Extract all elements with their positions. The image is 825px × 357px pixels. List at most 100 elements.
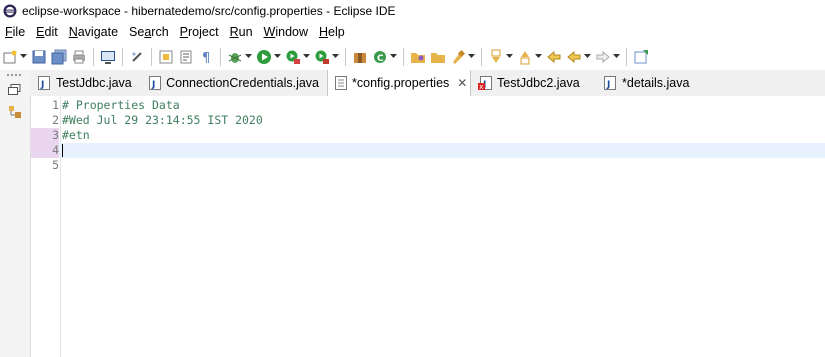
next-annotation-dropdown[interactable] — [506, 48, 513, 66]
back-dropdown[interactable] — [584, 48, 591, 66]
menu-label: Se — [129, 25, 145, 39]
show-whitespace-button[interactable]: ¶ — [197, 48, 215, 66]
new-icon — [3, 50, 17, 63]
coverage-button[interactable] — [284, 48, 302, 66]
tab-label: *details.java — [622, 76, 690, 90]
open-type-button[interactable] — [409, 48, 427, 66]
open-terminal-button[interactable] — [99, 48, 117, 66]
toolbar-separator — [220, 47, 221, 66]
tab-config-properties[interactable]: *config.properties ✕ — [327, 70, 471, 96]
properties-file-icon — [335, 76, 347, 90]
debug-dropdown[interactable] — [245, 48, 252, 66]
menu-label: roject — [188, 25, 219, 39]
menu-help[interactable]: Help — [314, 25, 351, 39]
run-button[interactable] — [255, 48, 273, 66]
debug-button[interactable] — [226, 48, 244, 66]
svg-text:C: C — [377, 54, 384, 64]
menu-window[interactable]: Window — [259, 25, 314, 39]
line-number: 1 — [52, 98, 59, 112]
menu-edit[interactable]: Edit — [31, 25, 64, 39]
dropdown-arrow-icon — [303, 54, 310, 58]
svg-text:J: J — [151, 80, 155, 90]
flashlight-icon — [453, 49, 466, 64]
close-icon[interactable]: ✕ — [457, 76, 467, 90]
search-dropdown[interactable] — [468, 48, 475, 66]
comment-text: # Properties Data — [62, 98, 180, 112]
back-button[interactable] — [565, 48, 583, 66]
word-wrap-button[interactable] — [177, 48, 195, 66]
menu-label: indow — [275, 25, 309, 39]
line-number: 2 — [52, 113, 59, 127]
tab-label: *config.properties — [352, 76, 450, 90]
dropdown-arrow-icon — [274, 54, 281, 58]
tab-connectioncredentials-java[interactable]: J ConnectionCredentials.java — [141, 70, 327, 96]
svg-text:J: J — [40, 80, 44, 90]
drag-handle[interactable] — [7, 74, 21, 79]
editor-line: 3 #etn — [31, 128, 825, 143]
block-selection-button[interactable] — [157, 48, 175, 66]
forward-button[interactable] — [594, 48, 612, 66]
properties-editor[interactable]: 1 # Properties Data 2 #Wed Jul 29 23:14:… — [31, 96, 825, 357]
pin-editor-button[interactable] — [632, 48, 650, 66]
menu-mnemonic: R — [229, 25, 239, 39]
previous-annotation-icon — [520, 50, 530, 64]
dropdown-arrow-icon — [390, 54, 397, 58]
forward-dropdown[interactable] — [613, 48, 620, 66]
save-all-icon — [51, 49, 67, 64]
menu-file[interactable]: File — [0, 25, 31, 39]
editor-line: 2 #Wed Jul 29 23:14:55 IST 2020 — [31, 113, 825, 128]
tab-testjdbc-java[interactable]: J TestJdbc.java — [30, 70, 141, 96]
next-annotation-button[interactable] — [487, 48, 505, 66]
previous-annotation-button[interactable] — [516, 48, 534, 66]
print-button[interactable] — [70, 48, 88, 66]
java-file-icon: J — [37, 76, 51, 90]
print-icon — [73, 50, 85, 63]
run-dropdown[interactable] — [274, 48, 281, 66]
dropdown-arrow-icon — [584, 54, 591, 58]
menu-run[interactable]: Run — [225, 25, 259, 39]
menu-label: ile — [12, 25, 26, 39]
restore-icon[interactable] — [8, 84, 22, 96]
last-edit-location-button[interactable] — [545, 48, 563, 66]
external-tools-button[interactable] — [313, 48, 331, 66]
save-all-button[interactable] — [50, 48, 68, 66]
new-java-package-button[interactable] — [351, 48, 369, 66]
previous-annotation-dropdown[interactable] — [535, 48, 542, 66]
tab-testjdbc2-java[interactable]: Jx TestJdbc2.java — [471, 70, 596, 96]
open-folder-icon — [411, 52, 425, 63]
menu-navigate[interactable]: Navigate — [64, 25, 124, 39]
menu-label: elp — [328, 25, 345, 39]
dropdown-arrow-icon — [535, 54, 542, 58]
coverage-dropdown[interactable] — [303, 48, 310, 66]
line-number: 4 — [31, 143, 59, 158]
last-edit-icon — [547, 50, 561, 63]
search-tool-button[interactable] — [449, 48, 467, 66]
bug-icon — [228, 52, 242, 63]
new-java-class-button[interactable]: C — [371, 48, 389, 66]
menu-project[interactable]: Project — [175, 25, 225, 39]
new-class-dropdown[interactable] — [390, 48, 397, 66]
tab-details-java[interactable]: J *details.java — [596, 70, 706, 96]
save-icon — [32, 50, 46, 63]
menu-search[interactable]: Search — [124, 25, 175, 39]
terminal-icon — [101, 50, 115, 64]
new-button[interactable] — [1, 48, 19, 66]
menu-label: avigate — [77, 25, 119, 39]
open-task-button[interactable] — [429, 48, 447, 66]
svg-text:x: x — [479, 83, 483, 90]
package-explorer-icon[interactable] — [8, 105, 22, 119]
eclipse-logo-icon — [3, 4, 17, 18]
editor-line: 1 # Properties Data — [31, 98, 825, 113]
title-bar: eclipse-workspace - hibernatedemo/src/co… — [0, 0, 825, 22]
tab-label: TestJdbc2.java — [497, 76, 580, 90]
menu-label: un — [238, 25, 253, 39]
toggle-breadcrumb-button[interactable] — [128, 48, 146, 66]
word-wrap-icon — [180, 50, 192, 63]
dropdown-arrow-icon — [245, 54, 252, 58]
back-arrow-icon — [567, 50, 581, 63]
external-tools-dropdown[interactable] — [332, 48, 339, 66]
java-file-icon: J — [603, 76, 617, 90]
save-button[interactable] — [30, 48, 48, 66]
new-dropdown[interactable] — [20, 48, 27, 66]
new-class-icon: C — [374, 50, 386, 64]
